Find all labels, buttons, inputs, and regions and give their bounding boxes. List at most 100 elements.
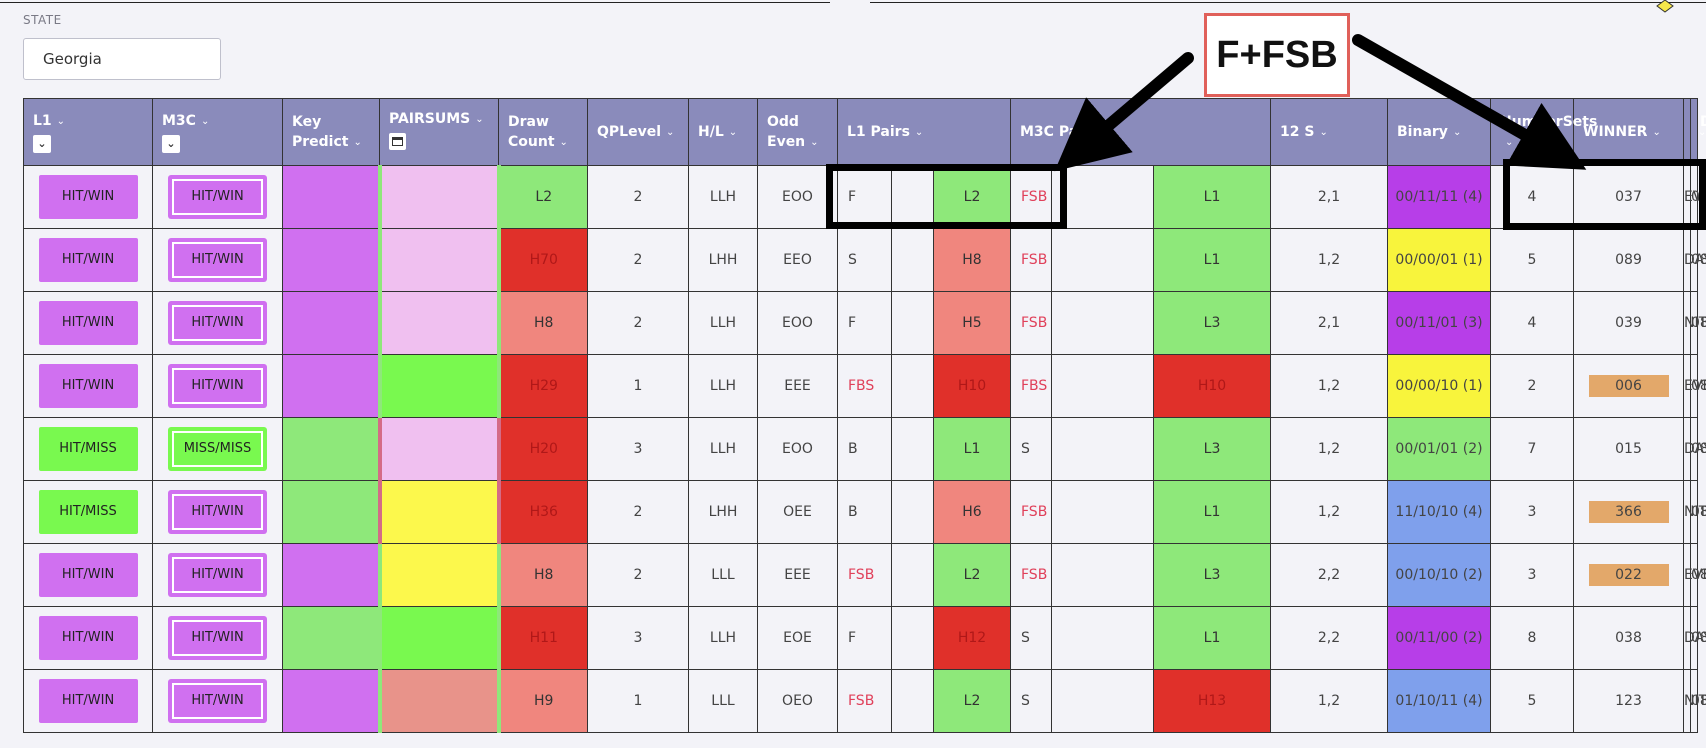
table-row[interactable]: HIT/WIN HIT/WIN H70 2 LHH EEO S H8 FSB L1 1,2 00/00… bbox=[23, 228, 1706, 292]
l1-cell: HIT/WIN bbox=[23, 291, 153, 355]
chevron-down-icon[interactable]: ⌄ bbox=[1652, 123, 1660, 143]
draw-count-cell: H8 bbox=[498, 291, 588, 355]
l1-pair-level: H6 bbox=[933, 480, 1011, 544]
winner-cell: 038 bbox=[1573, 606, 1685, 670]
filter-dropdown-icon[interactable]: ⌄ bbox=[33, 135, 51, 153]
l1-status-badge[interactable]: HIT/MISS bbox=[38, 490, 138, 534]
key-predict-cell bbox=[282, 480, 380, 544]
chevron-down-icon[interactable]: ⌄ bbox=[1505, 133, 1513, 153]
tod-cell: DAY bbox=[1683, 606, 1706, 670]
chevron-down-icon[interactable]: ⌄ bbox=[353, 133, 361, 153]
table-row[interactable]: HIT/WIN HIT/WIN H11 3 LLH EOE F H12 S L1 2,2 00/11/… bbox=[23, 606, 1706, 670]
numbersets-cell: 2 bbox=[1490, 354, 1575, 418]
state-select[interactable]: Georgia bbox=[23, 38, 221, 80]
column-header-hl[interactable]: H/L ⌄ bbox=[688, 98, 758, 166]
m3c-status-badge[interactable]: HIT/WIN bbox=[168, 490, 267, 534]
date-cell: 08/18/2025 bbox=[1690, 606, 1706, 670]
winner-cell: 089 bbox=[1573, 228, 1685, 292]
chevron-down-icon[interactable]: ⌄ bbox=[57, 112, 65, 132]
winner-cell: 015 bbox=[1573, 417, 1685, 481]
twelve-s-cell: 1,2 bbox=[1270, 417, 1389, 481]
m3c-status-badge[interactable]: HIT/WIN bbox=[168, 364, 267, 408]
winner-value: 366 bbox=[1588, 501, 1669, 523]
table-row[interactable]: HIT/WIN HIT/WIN H8 2 LLH EOO F H5 FSB L3 2,1 00/11/… bbox=[23, 291, 1706, 355]
numbersets-cell: 4 bbox=[1490, 291, 1575, 355]
chevron-down-icon[interactable]: ⌄ bbox=[1103, 123, 1111, 143]
m3c-status-badge[interactable]: HIT/WIN bbox=[168, 175, 267, 219]
hl-cell: LLH bbox=[688, 354, 758, 418]
key-predict-cell bbox=[282, 228, 380, 292]
qplevel-cell: 1 bbox=[587, 354, 689, 418]
column-header-odd_even[interactable]: Odd Even ⌄ bbox=[757, 98, 838, 166]
hl-cell: LLL bbox=[688, 543, 758, 607]
table-row[interactable]: HIT/MISS HIT/WIN H36 2 LHH OEE B H6 FSB L1 1,2 11/1… bbox=[23, 480, 1706, 544]
l1-status-badge[interactable]: HIT/WIN bbox=[38, 238, 138, 282]
top-divider bbox=[0, 2, 830, 3]
column-header-numbersets[interactable]: NumberSets⌄ bbox=[1490, 98, 1597, 166]
column-header-draw_count[interactable]: Draw Count ⌄ bbox=[498, 98, 588, 166]
l1-pair-label: F bbox=[837, 165, 892, 229]
tod-cell: EVE bbox=[1683, 543, 1706, 607]
column-header-key_predict[interactable]: Key Predict ⌄ bbox=[282, 98, 380, 166]
m3c-status-badge[interactable]: HIT/WIN bbox=[168, 553, 267, 597]
column-header-pairsums[interactable]: PAIRSUMS ⌄ bbox=[379, 98, 499, 166]
column-header-binary[interactable]: Binary ⌄ bbox=[1387, 98, 1492, 166]
l1-status-badge[interactable]: HIT/WIN bbox=[38, 616, 138, 660]
chevron-down-icon[interactable]: ⌄ bbox=[201, 112, 209, 132]
l1-status-badge[interactable]: HIT/WIN bbox=[38, 553, 138, 597]
m3c-status-badge[interactable]: HIT/WIN bbox=[168, 679, 267, 723]
l1-status-badge[interactable]: HIT/MISS bbox=[38, 427, 138, 471]
table-row[interactable]: HIT/WIN HIT/WIN H8 2 LLL EEE FSB L2 FSB L3 2,2 00/1… bbox=[23, 543, 1706, 607]
pairsums-cell bbox=[377, 606, 501, 670]
chevron-down-icon[interactable]: ⌄ bbox=[475, 110, 483, 130]
m3c-cell: HIT/WIN bbox=[152, 669, 283, 733]
m3c-status-label: HIT/WIN bbox=[172, 683, 263, 719]
column-header-col12[interactable]: 12 S ⌄ bbox=[1270, 98, 1389, 166]
m3c-status-badge[interactable]: HIT/WIN bbox=[168, 301, 267, 345]
table-row[interactable]: HIT/WIN HIT/WIN H29 1 LLH EEE FBS H10 FBS H10 1,2 0… bbox=[23, 354, 1706, 418]
calendar-icon[interactable] bbox=[389, 132, 406, 150]
l1-status-badge[interactable]: HIT/WIN bbox=[38, 364, 138, 408]
l1-pair-label: FBS bbox=[837, 354, 892, 418]
l1-pair-spacer bbox=[891, 228, 934, 292]
column-header-m3c[interactable]: M3C ⌄ ⌄ bbox=[152, 98, 283, 166]
chevron-down-icon[interactable]: ⌄ bbox=[1453, 123, 1461, 143]
filter-dropdown-icon[interactable]: ⌄ bbox=[162, 135, 180, 153]
column-header-qplevel[interactable]: QPLevel ⌄ bbox=[587, 98, 689, 166]
pairsums-cell bbox=[377, 480, 501, 544]
table-row[interactable]: HIT/MISS MISS/MISS H20 3 LLH EOO B L1 S L3 1,2 00/0… bbox=[23, 417, 1706, 481]
column-header-m3c_pairs[interactable]: M3C Pairs ⌄ bbox=[1009, 98, 1272, 166]
l1-pair-level: L1 bbox=[933, 417, 1011, 481]
l1-pair-spacer bbox=[891, 669, 934, 733]
m3c-pair-spacer bbox=[1051, 228, 1154, 292]
m3c-status-label: HIT/WIN bbox=[172, 557, 263, 593]
chevron-down-icon[interactable]: ⌄ bbox=[666, 123, 674, 143]
chevron-down-icon[interactable]: ⌄ bbox=[915, 123, 923, 143]
chevron-down-icon[interactable]: ⌄ bbox=[729, 123, 737, 143]
twelve-s-cell: 2,2 bbox=[1270, 543, 1389, 607]
numbersets-cell: 3 bbox=[1490, 543, 1575, 607]
column-header-winner[interactable]: WINNER ⌄ bbox=[1573, 98, 1685, 166]
column-header-label: 12 S bbox=[1280, 123, 1315, 140]
m3c-status-label: MISS/MISS bbox=[172, 431, 263, 467]
l1-status-badge[interactable]: HIT/WIN bbox=[38, 679, 138, 723]
chevron-down-icon[interactable]: ⌄ bbox=[810, 133, 818, 153]
table-row[interactable]: HIT/WIN HIT/WIN L2 2 LLH EOO F L2 FSB L1 2,1 00/11/… bbox=[23, 165, 1706, 229]
draw-count-cell: H70 bbox=[498, 228, 588, 292]
column-header-tod[interactable]: ⌄ bbox=[1683, 98, 1706, 166]
m3c-status-badge[interactable]: MISS/MISS bbox=[168, 427, 267, 471]
l1-cell: HIT/WIN bbox=[23, 354, 153, 418]
l1-status-badge[interactable]: HIT/WIN bbox=[38, 175, 138, 219]
l1-status-badge[interactable]: HIT/WIN bbox=[38, 301, 138, 345]
column-header-l1[interactable]: L1 ⌄ ⌄ bbox=[23, 98, 153, 166]
chevron-down-icon[interactable]: ⌄ bbox=[1319, 123, 1327, 143]
column-header-l1_pairs[interactable]: L1 Pairs ⌄ bbox=[837, 98, 1011, 166]
m3c-status-badge[interactable]: HIT/WIN bbox=[168, 238, 267, 282]
chevron-down-icon[interactable]: ⌄ bbox=[560, 133, 568, 153]
table-row[interactable]: HIT/WIN HIT/WIN H9 1 LLL OEO FSB L2 S H13 1,2 01/10… bbox=[23, 669, 1706, 733]
m3c-status-badge[interactable]: HIT/WIN bbox=[168, 616, 267, 660]
qplevel-cell: 3 bbox=[587, 417, 689, 481]
draw-count-cell: L2 bbox=[498, 165, 588, 229]
numbersets-cell: 7 bbox=[1490, 417, 1575, 481]
l1-pair-level: H8 bbox=[933, 228, 1011, 292]
